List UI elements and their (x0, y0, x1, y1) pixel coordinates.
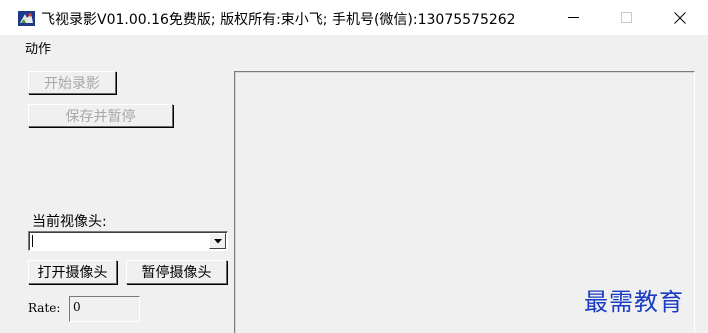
close-button[interactable] (657, 0, 703, 35)
maximize-button[interactable] (603, 0, 649, 35)
dropdown-arrow-button[interactable] (209, 233, 226, 249)
save-pause-label: 保存并暂停 (65, 108, 136, 125)
close-icon (674, 11, 686, 24)
menu-bar: 动作 (0, 35, 708, 57)
open-camera-label: 打开摄像头 (37, 265, 108, 281)
maximize-icon (620, 12, 632, 23)
camera-select[interactable] (28, 231, 228, 251)
rate-label: Rate: (28, 301, 61, 315)
watermark-text: 最需教育 (584, 288, 684, 316)
text-caret (32, 235, 33, 247)
save-pause-button[interactable]: 保存并暂停 (28, 104, 173, 127)
start-record-button[interactable]: 开始录影 (28, 71, 116, 94)
rate-value: 0 (73, 300, 81, 314)
window-title: 飞视录影V01.00.16免费版; 版权所有:束小飞; 手机号(微信):1307… (41, 12, 516, 28)
app-icon (18, 11, 35, 26)
minimize-icon (567, 17, 579, 18)
rate-input[interactable]: 0 (69, 296, 140, 322)
chevron-down-icon (213, 238, 222, 243)
start-record-label: 开始录影 (44, 75, 100, 92)
minimize-button[interactable] (550, 0, 596, 35)
pause-camera-button[interactable]: 暂停摄像头 (126, 260, 227, 284)
current-camera-label: 当前视像头: (32, 214, 107, 230)
open-camera-button[interactable]: 打开摄像头 (28, 260, 117, 284)
pause-camera-label: 暂停摄像头 (141, 265, 212, 281)
title-bar: 飞视录影V01.00.16免费版; 版权所有:束小飞; 手机号(微信):1307… (0, 0, 708, 35)
menu-item-actions[interactable]: 动作 (23, 38, 53, 57)
